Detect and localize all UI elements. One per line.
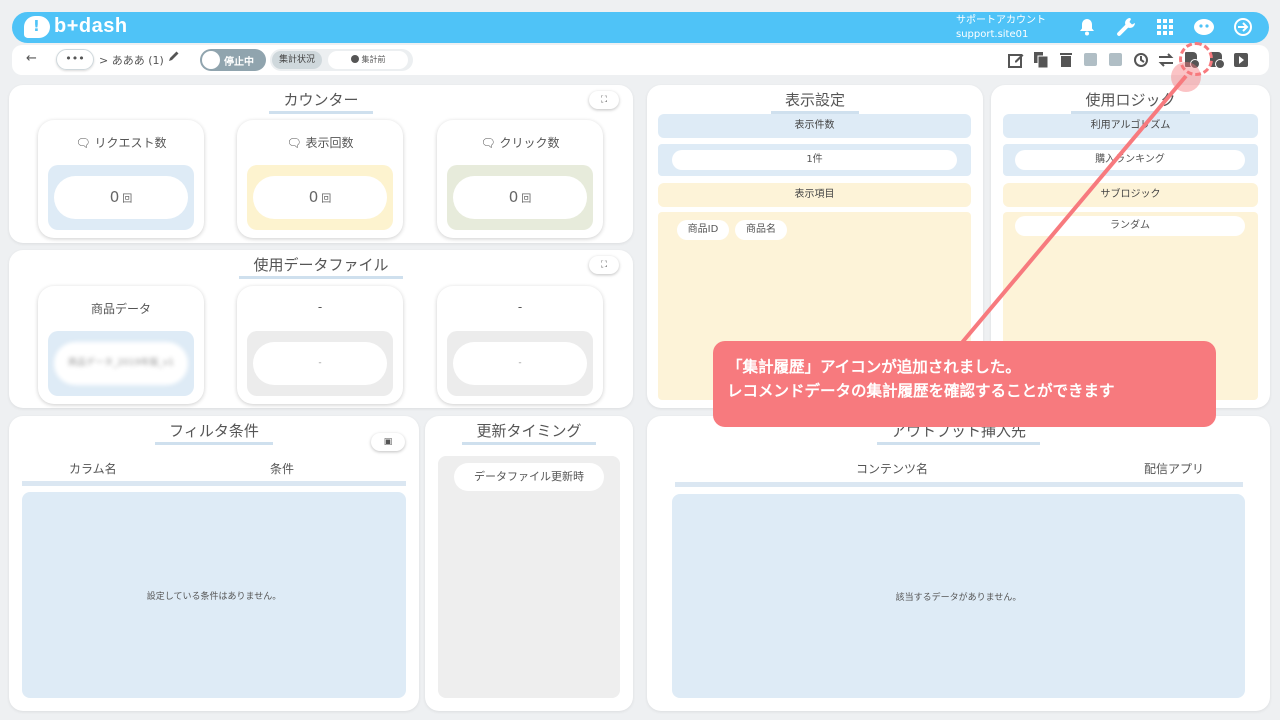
display-items-head: 表示項目 bbox=[658, 183, 971, 207]
display-count-value: 1件 bbox=[672, 150, 957, 170]
filter-panel: フィルタ条件 ▣ カラム名 条件 設定している条件はありません。 bbox=[9, 416, 419, 711]
sublogic-head: サブロジック bbox=[1003, 183, 1258, 207]
card-label: - bbox=[517, 300, 523, 314]
copy-icon[interactable] bbox=[1032, 50, 1049, 69]
counter-panel: カウンター ⛶ 🗨 リクエスト数 0回 🗨 表示回数 0回 🗨 クリック数 0回 bbox=[9, 85, 633, 243]
header-divider bbox=[22, 481, 406, 486]
algo-head: 利用アルゴリズム bbox=[1003, 114, 1258, 138]
filter-col-condition: 条件 bbox=[270, 462, 295, 476]
brand-name: b+dash bbox=[54, 15, 128, 37]
account-info[interactable]: サポートアカウント support.site01 bbox=[956, 14, 1046, 42]
display-item-chip: 商品ID bbox=[677, 220, 729, 240]
display-count-box: 1件 bbox=[658, 144, 971, 176]
card-body: - bbox=[447, 331, 593, 396]
callout-line-2: レコメンドデータの集計履歴を確認することができます bbox=[727, 382, 1115, 400]
sub-toolbar: ← ••• > あああ (1) 停止中 集計状況 集計前 bbox=[12, 45, 1269, 75]
card-label: 🗨 クリック数 bbox=[480, 136, 560, 150]
account-name: サポートアカウント bbox=[956, 15, 1046, 26]
breadcrumb: > あああ (1) bbox=[99, 54, 164, 67]
algo-box: 購入ランキング bbox=[1003, 144, 1258, 176]
output-empty-state: 該当するデータがありません。 bbox=[672, 494, 1245, 698]
counter-value: 0回 bbox=[453, 176, 587, 219]
display-count-head: 表示件数 bbox=[658, 114, 971, 138]
more-button[interactable]: ••• bbox=[56, 49, 94, 70]
card-label: - bbox=[317, 300, 323, 314]
logic-title: 使用ロジック bbox=[1071, 89, 1190, 114]
status-label: 集計状況 bbox=[272, 51, 322, 69]
run-toggle[interactable]: 停止中 bbox=[200, 49, 266, 71]
download-icon[interactable] bbox=[1082, 50, 1099, 69]
filter-title: フィルタ条件 bbox=[155, 420, 273, 445]
highlight-circle bbox=[1179, 42, 1213, 76]
card-label: 🗨 表示回数 bbox=[286, 136, 354, 150]
status-badge: 集計前 bbox=[328, 51, 408, 69]
header-divider bbox=[675, 482, 1243, 487]
filter-col-column: カラム名 bbox=[69, 462, 117, 476]
swap-icon[interactable] bbox=[1157, 50, 1174, 69]
datafile-title: 使用データファイル bbox=[239, 254, 403, 279]
chat-robot-icon[interactable] bbox=[1193, 16, 1215, 38]
display-item-chip: 商品名 bbox=[735, 220, 787, 240]
timing-box: データファイル更新時 bbox=[438, 456, 620, 698]
wrench-icon[interactable] bbox=[1115, 16, 1137, 38]
counter-value: 0回 bbox=[54, 176, 188, 219]
brand-mark-icon bbox=[24, 15, 50, 38]
card-body: 0回 bbox=[447, 165, 593, 230]
rename-pencil-icon[interactable] bbox=[168, 50, 180, 66]
brand-logo[interactable]: b+dash bbox=[24, 15, 128, 38]
datafile-card[interactable]: - - bbox=[237, 286, 403, 404]
expand-icon[interactable]: ⛶ bbox=[589, 91, 619, 109]
trash-icon[interactable] bbox=[1057, 50, 1074, 69]
status-value: 集計前 bbox=[361, 55, 386, 64]
datafile-card[interactable]: - - bbox=[437, 286, 603, 404]
logout-icon[interactable] bbox=[1232, 16, 1254, 38]
top-header: b+dash サポートアカウント support.site01 bbox=[12, 12, 1269, 43]
datafile-name: - bbox=[453, 342, 587, 385]
toggle-knob bbox=[202, 51, 220, 69]
datafile-name: - bbox=[253, 342, 387, 385]
filter-empty-state: 設定している条件はありません。 bbox=[22, 492, 406, 698]
counter-value: 0回 bbox=[253, 176, 387, 219]
edit-icon[interactable] bbox=[1007, 50, 1024, 69]
card-body: 0回 bbox=[247, 165, 393, 230]
output-panel: アウトプット挿入先 コンテンツ名 配信アプリ 該当するデータがありません。 bbox=[647, 416, 1270, 711]
card-body: - bbox=[247, 331, 393, 396]
timing-title: 更新タイミング bbox=[462, 420, 596, 445]
output-col-app: 配信アプリ bbox=[1144, 462, 1205, 476]
datafile-card[interactable]: 商品データ 商品データ_2019年版_v1 bbox=[38, 286, 204, 404]
datafile-panel: 使用データファイル ⛶ 商品データ 商品データ_2019年版_v1 - - - … bbox=[9, 250, 633, 408]
timing-panel: 更新タイミング データファイル更新時 bbox=[425, 416, 633, 711]
grid-icon[interactable] bbox=[1154, 16, 1176, 38]
card-label: 商品データ bbox=[90, 302, 151, 316]
counter-card-impressions: 🗨 表示回数 0回 bbox=[237, 120, 403, 238]
aggregation-status: 集計状況 集計前 bbox=[270, 49, 413, 71]
sublogic-value: ランダム bbox=[1015, 216, 1245, 236]
display-title: 表示設定 bbox=[770, 89, 859, 114]
expand-icon[interactable]: ⛶ bbox=[589, 256, 619, 274]
filter-toggle-icon[interactable]: ▣ bbox=[371, 433, 405, 451]
datafile-name: 商品データ_2019年版_v1 bbox=[54, 342, 188, 385]
card-body: 0回 bbox=[48, 165, 194, 230]
minus-circle-icon bbox=[350, 55, 359, 63]
output-col-content: コンテンツ名 bbox=[856, 462, 929, 476]
counter-card-requests: 🗨 リクエスト数 0回 bbox=[38, 120, 204, 238]
play-icon[interactable] bbox=[1232, 50, 1249, 69]
card-label: 🗨 リクエスト数 bbox=[75, 136, 167, 150]
card-body: 商品データ_2019年版_v1 bbox=[48, 331, 194, 396]
toggle-label: 停止中 bbox=[224, 57, 254, 68]
account-id: support.site01 bbox=[956, 29, 1029, 40]
callout-box: 「集計履歴」アイコンが追加されました。 レコメンドデータの集計履歴を確認すること… bbox=[713, 341, 1216, 427]
upload-icon[interactable] bbox=[1107, 50, 1124, 69]
bell-icon[interactable] bbox=[1076, 16, 1098, 38]
counter-title: カウンター bbox=[269, 89, 373, 114]
back-arrow-icon[interactable]: ← bbox=[26, 51, 37, 66]
timing-value: データファイル更新時 bbox=[454, 463, 604, 491]
callout-line-1: 「集計履歴」アイコンが追加されました。 bbox=[727, 358, 1021, 376]
algo-value: 購入ランキング bbox=[1015, 150, 1245, 170]
history-icon[interactable] bbox=[1132, 50, 1149, 69]
counter-card-clicks: 🗨 クリック数 0回 bbox=[437, 120, 603, 238]
